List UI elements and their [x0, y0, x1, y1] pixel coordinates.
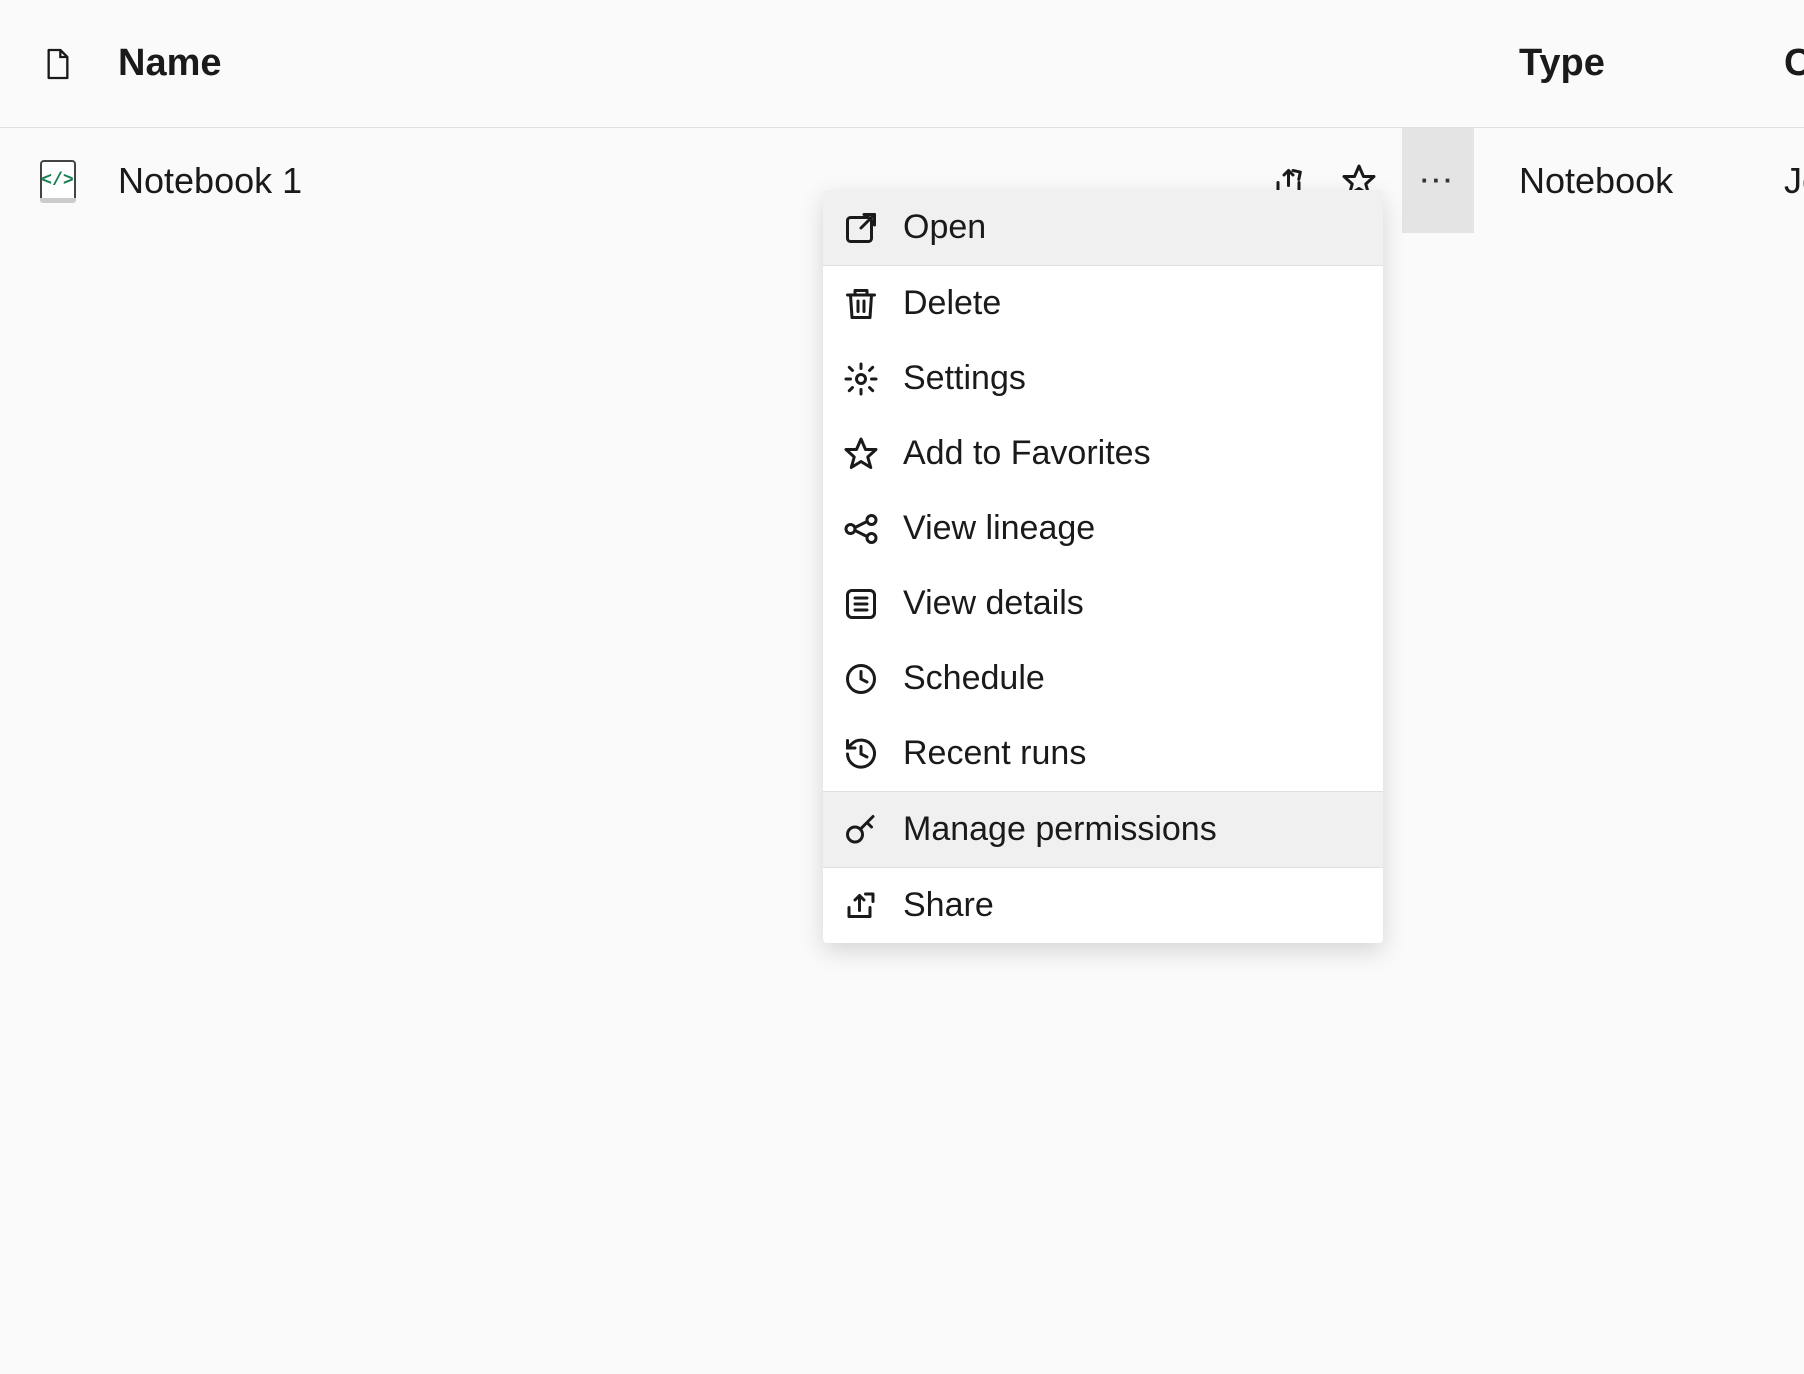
header-icon-cell: [0, 47, 115, 81]
menu-item-lineage[interactable]: View lineage: [823, 491, 1383, 566]
menu-item-details[interactable]: View details: [823, 566, 1383, 641]
menu-item-share[interactable]: Share: [823, 868, 1383, 943]
row-type-cell: Notebook: [1484, 160, 1784, 202]
menu-item-settings[interactable]: Settings: [823, 341, 1383, 416]
row-icon-cell: </>: [0, 160, 115, 202]
menu-item-label: Share: [903, 886, 994, 925]
menu-item-open[interactable]: Open: [823, 190, 1383, 265]
menu-item-favorites[interactable]: Add to Favorites: [823, 416, 1383, 491]
lineage-icon: [843, 511, 903, 547]
star-icon: [843, 436, 903, 472]
history-icon: [843, 736, 903, 772]
key-icon: [843, 812, 903, 848]
row-type-label: Notebook: [1519, 160, 1673, 201]
open-icon: [843, 210, 903, 246]
menu-item-label: Open: [903, 208, 986, 247]
row-extra-cell: Jer: [1784, 160, 1804, 202]
menu-item-label: Delete: [903, 284, 1001, 323]
details-icon: [843, 586, 903, 622]
menu-item-label: Recent runs: [903, 734, 1086, 773]
header-name-cell[interactable]: Name: [115, 42, 1264, 85]
more-icon: ···: [1421, 165, 1456, 196]
trash-icon: [843, 286, 903, 322]
header-extra-cell: C: [1784, 42, 1804, 85]
context-menu: Open Delete Settings Add to Favo: [823, 190, 1383, 943]
row-extra-label: Jer: [1784, 160, 1804, 201]
menu-item-label: View details: [903, 584, 1084, 623]
menu-item-label: Settings: [903, 359, 1026, 398]
document-icon: [44, 47, 72, 81]
more-button[interactable]: ···: [1402, 128, 1474, 233]
gear-icon: [843, 361, 903, 397]
table-header: Name Type C: [0, 0, 1804, 128]
header-type-label: Type: [1519, 42, 1605, 84]
notebook-icon: </>: [40, 160, 76, 202]
menu-item-label: Add to Favorites: [903, 434, 1151, 473]
header-type-cell[interactable]: Type: [1484, 42, 1784, 85]
menu-item-recent[interactable]: Recent runs: [823, 716, 1383, 791]
menu-item-label: Schedule: [903, 659, 1045, 698]
menu-item-delete[interactable]: Delete: [823, 266, 1383, 341]
menu-item-label: View lineage: [903, 509, 1095, 548]
row-name-label: Notebook 1: [118, 160, 302, 201]
clock-icon: [843, 661, 903, 697]
header-name-label: Name: [118, 42, 222, 84]
menu-item-permissions[interactable]: Manage permissions: [823, 792, 1383, 867]
share-icon: [843, 888, 903, 924]
menu-item-schedule[interactable]: Schedule: [823, 641, 1383, 716]
menu-item-label: Manage permissions: [903, 810, 1217, 849]
